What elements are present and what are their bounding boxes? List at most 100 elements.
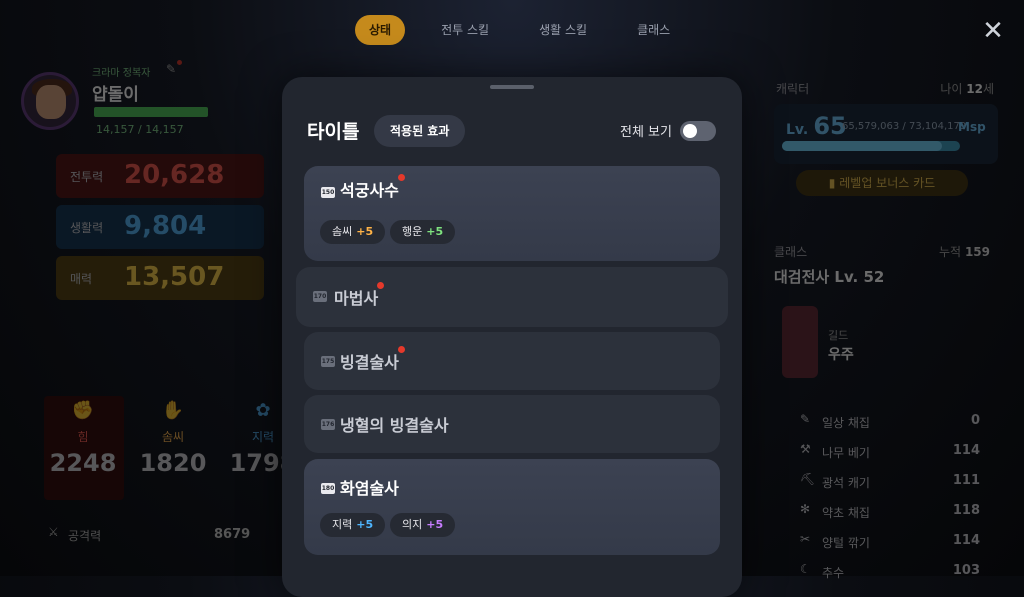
life-skill-row: ✂ 양털 깎기 114 — [800, 530, 980, 554]
life-skill-value: 114 — [952, 533, 980, 548]
title-name: 빙결술사 — [340, 346, 405, 373]
view-all-label: 전체 보기 — [620, 125, 672, 140]
nickname: 얍돌이 — [92, 85, 139, 105]
gather-icon: ✎ — [800, 412, 811, 426]
stat-value: 9,804 — [124, 211, 207, 241]
character-label: 캐릭터 — [776, 82, 810, 96]
new-dot — [177, 60, 182, 65]
title-card[interactable]: 175 빙결술사 — [304, 332, 720, 390]
title-modal: 타이틀 적용된 효과 전체 보기 150 석궁사수 솜씨 +5 행운 +5 170 마법사 17… — [282, 77, 742, 597]
stat-dexterity[interactable]: ✋ 솜씨 1820 — [138, 400, 208, 477]
stat-strength[interactable]: ✊ 힘 2248 — [48, 400, 118, 477]
effect-value: +5 — [356, 518, 374, 531]
class-label: 클래스 — [774, 245, 808, 259]
title-level-badge: 176 — [321, 419, 335, 430]
tab-life-skill[interactable]: 생활 스킬 — [525, 15, 601, 45]
attack-label: 공격력 — [68, 529, 102, 543]
stat-value: 1820 — [139, 449, 207, 477]
life-skill-row: ✎ 일상 채집 0 — [800, 410, 980, 434]
life-skill-row: ⛏ 광석 캐기 111 — [800, 470, 980, 494]
title-level-badge: 180 — [321, 483, 335, 494]
effect-chip: 솜씨 +5 — [320, 220, 386, 244]
effect-chip: 지력 +5 — [320, 513, 386, 537]
drag-handle[interactable] — [490, 85, 534, 89]
exp-bar — [782, 141, 960, 151]
card-icon: ▮ — [828, 176, 836, 190]
stat-label: 매력 — [70, 272, 93, 286]
title-name: 석궁사수 — [340, 174, 405, 201]
stat-life-power: 생활력 9,804 — [56, 205, 264, 249]
sickle-icon: ☾ — [800, 562, 811, 576]
hand-icon: ✋ — [161, 400, 185, 421]
close-icon[interactable]: ✕ — [980, 18, 1006, 44]
cumulative-value: 159 — [964, 245, 990, 259]
stat-combat-power: 전투력 20,628 — [56, 154, 264, 198]
hp-text: 14,157 / 14,157 — [96, 123, 184, 136]
effect-value: +5 — [356, 225, 374, 238]
age-unit: 세 — [982, 82, 994, 96]
life-skill-name: 나무 베기 — [822, 446, 870, 460]
modal-title: 타이틀 — [307, 121, 360, 143]
effect-chip: 의지 +5 — [390, 513, 456, 537]
pickaxe-icon: ⛏ — [800, 472, 816, 486]
stat-name: 솜씨 — [161, 430, 185, 444]
life-skill-value: 118 — [952, 503, 980, 518]
view-all-toggle[interactable] — [680, 121, 716, 141]
life-skill-name: 약초 채집 — [822, 506, 870, 520]
axe-icon: ⚒ — [800, 442, 811, 456]
guild-name: 우주 — [828, 347, 854, 363]
stat-value: 13,507 — [124, 262, 225, 292]
stat-charm: 매력 13,507 — [56, 256, 264, 300]
life-skill-name: 일상 채집 — [822, 416, 870, 430]
life-skill-value: 114 — [952, 443, 980, 458]
effect-value: +5 — [426, 225, 444, 238]
exp-text: 65,579,063 / 73,104,179 — [842, 121, 967, 132]
title-card[interactable]: 170 마법사 — [296, 267, 728, 327]
guild-emblem-icon — [782, 306, 818, 378]
new-indicator-dot — [397, 174, 405, 181]
effect-name: 솜씨 — [332, 225, 353, 238]
age-label: 나이 — [940, 82, 963, 96]
toggle-knob — [683, 124, 697, 138]
levelup-bonus-card-button[interactable]: ▮ 레벨업 보너스 카드 — [796, 170, 968, 196]
new-indicator-dot — [377, 282, 385, 289]
level: Lv. 65 — [786, 112, 847, 140]
stat-value: 20,628 — [124, 160, 225, 190]
stat-value: 2248 — [49, 449, 117, 477]
exp-unit: Msp — [958, 120, 986, 134]
shears-icon: ✂ — [800, 532, 811, 546]
new-indicator-dot — [397, 346, 405, 353]
title-card[interactable]: 180 화염술사 지력 +5 의지 +5 — [304, 459, 720, 555]
title-name: 냉혈의 빙결술사 — [340, 416, 449, 435]
applied-effects-button[interactable]: 적용된 효과 — [374, 115, 466, 147]
level-prefix: Lv. — [786, 122, 809, 138]
effect-name: 의지 — [402, 518, 423, 531]
tab-status[interactable]: 상태 — [355, 15, 406, 45]
life-skill-name: 양털 깎기 — [822, 536, 870, 550]
class-cumulative: 누적 159 — [939, 243, 990, 260]
life-skill-row: ✻ 약초 채집 118 — [800, 500, 980, 524]
title-level-badge: 150 — [321, 187, 335, 198]
hp-bar — [94, 107, 208, 117]
title-card[interactable]: 150 석궁사수 솜씨 +5 행운 +5 — [304, 166, 720, 261]
life-skill-name: 광석 캐기 — [822, 476, 870, 490]
life-skill-name: 추수 — [822, 566, 845, 580]
herb-icon: ✻ — [800, 502, 811, 516]
avatar[interactable] — [21, 72, 79, 130]
age: 나이 12세 — [940, 80, 994, 97]
tab-combat-skill[interactable]: 전투 스킬 — [427, 15, 503, 45]
age-value: 12 — [966, 82, 983, 96]
tab-class[interactable]: 클래스 — [623, 15, 684, 45]
effect-value: +5 — [426, 518, 444, 531]
fist-icon: ✊ — [71, 400, 95, 421]
sword-icon: ⚔ — [48, 525, 59, 539]
title-level-badge: 170 — [313, 291, 327, 302]
title-card[interactable]: 176 냉혈의 빙결술사 — [304, 395, 720, 453]
title-name: 마법사 — [334, 282, 385, 309]
edit-pencil-icon[interactable]: ✎ — [166, 62, 176, 76]
attack-value: 8679 — [214, 527, 251, 542]
life-skill-row: ☾ 추수 103 — [800, 560, 980, 584]
effect-name: 지력 — [332, 518, 353, 531]
bonus-card-label: 레벨업 보너스 카드 — [839, 176, 936, 190]
effect-chip: 행운 +5 — [390, 220, 456, 244]
